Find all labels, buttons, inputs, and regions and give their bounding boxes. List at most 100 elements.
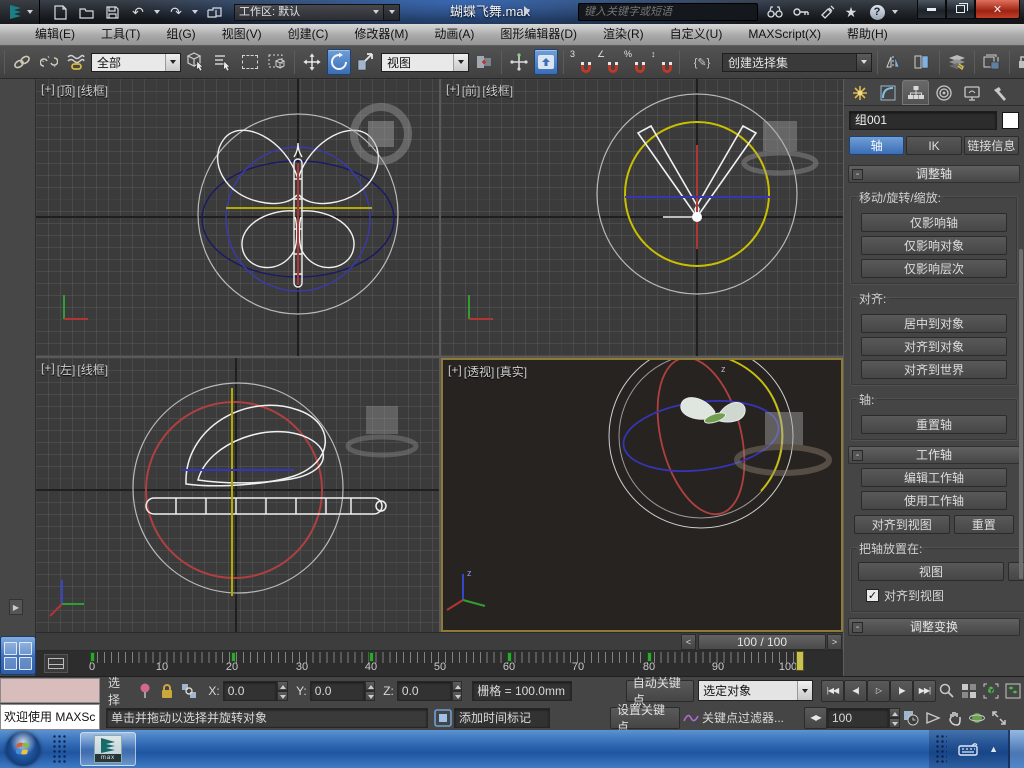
layer-manager-button[interactable]: [945, 49, 969, 75]
reset-pivot-button[interactable]: 重置轴: [861, 415, 1007, 434]
selection-filter-caret-icon[interactable]: [165, 53, 180, 71]
menu-item[interactable]: 创建(C): [275, 24, 342, 45]
restore-button[interactable]: [946, 0, 975, 19]
graph-editors-button[interactable]: [980, 49, 1004, 75]
open-file-button[interactable]: [76, 3, 96, 21]
go-to-end-button[interactable]: ▶▶|: [912, 679, 936, 702]
coordinate-system-dropdown[interactable]: 视图: [381, 52, 469, 72]
coordinate-system-caret-icon[interactable]: [453, 53, 468, 71]
selection-lock-toggle[interactable]: [156, 680, 178, 702]
x-spinner[interactable]: [277, 680, 289, 701]
redo-button[interactable]: ↷: [166, 3, 186, 21]
align-to-view-checkbox[interactable]: ✓: [866, 589, 879, 602]
time-configuration-button[interactable]: [900, 707, 922, 729]
current-frame-marker[interactable]: [796, 651, 804, 671]
help-caret-icon[interactable]: [892, 10, 898, 14]
pivot-affect-button[interactable]: 仅影响轴: [861, 213, 1007, 232]
y-coordinate-field[interactable]: 0.0: [309, 680, 365, 701]
menu-item[interactable]: 帮助(H): [834, 24, 901, 45]
selection-filter-dropdown[interactable]: 全部: [91, 52, 181, 72]
working-pivot-button[interactable]: 编辑工作轴: [861, 468, 1007, 487]
viewport-view-button[interactable]: [左]: [57, 361, 76, 378]
search-field[interactable]: [578, 3, 758, 21]
angle-snap-toggle[interactable]: ∠: [596, 49, 620, 75]
select-and-manipulate-button[interactable]: [507, 49, 531, 75]
align-to-view-button[interactable]: 对齐到视图: [854, 515, 950, 534]
auto-key-button[interactable]: 自动关键点: [625, 676, 695, 707]
mirror-button[interactable]: [883, 49, 907, 75]
toolbar-grip[interactable]: [4, 50, 5, 74]
workspace-menu-button[interactable]: [384, 3, 400, 21]
time-slider-track[interactable]: < 100 / 100 >: [36, 632, 843, 651]
go-to-start-button[interactable]: |◀◀: [820, 679, 844, 702]
z-coordinate-field[interactable]: 0.0: [396, 680, 452, 701]
spinner-snap-toggle[interactable]: ↕: [650, 49, 674, 75]
select-move-button[interactable]: [300, 49, 324, 75]
pan-button[interactable]: [944, 707, 966, 729]
viewport-menu-button[interactable]: [+]: [41, 361, 55, 378]
menu-item[interactable]: 图形编辑器(D): [487, 24, 590, 45]
object-name-field[interactable]: 组001: [849, 111, 997, 130]
rollout-adjust-transform-header[interactable]: - 调整变换: [848, 618, 1020, 636]
render-setup-button[interactable]: [1015, 49, 1024, 75]
close-button[interactable]: ✕: [975, 0, 1020, 19]
named-selection-set-caret-icon[interactable]: [856, 53, 871, 71]
place-view-button[interactable]: 视图: [858, 562, 1004, 581]
zoom-all-button[interactable]: [958, 680, 980, 702]
select-rotate-button[interactable]: [327, 49, 351, 75]
favorites-star-icon[interactable]: ★: [840, 2, 862, 22]
frame-spinner[interactable]: [889, 707, 900, 728]
viewport-top[interactable]: [+] [顶] [线框]: [36, 79, 439, 356]
new-file-button[interactable]: [50, 3, 70, 21]
rectangular-selection-button[interactable]: [238, 49, 262, 75]
project-folder-button[interactable]: [204, 3, 224, 21]
menu-item[interactable]: 编辑(E): [22, 24, 88, 45]
snap-toggle-3d-button[interactable]: 3: [569, 49, 593, 75]
key-mode-toggle[interactable]: ◀▶: [804, 706, 827, 729]
keyframe-marker[interactable]: [90, 652, 95, 662]
adaptive-degradation-toggle[interactable]: [432, 707, 454, 729]
undo-button[interactable]: ↶: [128, 3, 148, 21]
viewport-layout-button[interactable]: [0, 636, 36, 675]
mini-curve-editor-button[interactable]: [44, 654, 68, 673]
keyframe-marker[interactable]: [507, 652, 512, 662]
bind-to-spacewarp-button[interactable]: [64, 49, 88, 75]
start-button[interactable]: [6, 732, 40, 766]
select-object-button[interactable]: [184, 49, 208, 75]
viewport-left[interactable]: [+] [左] [线框]: [36, 358, 439, 632]
pivot-affect-button[interactable]: 仅影响层次: [861, 259, 1007, 278]
pivot-align-button[interactable]: 居中到对象: [861, 314, 1007, 333]
menu-item[interactable]: 视图(V): [209, 24, 275, 45]
viewport-view-button[interactable]: [前]: [462, 82, 481, 99]
select-by-name-button[interactable]: [211, 49, 235, 75]
align-button[interactable]: [910, 49, 934, 75]
pivot-affect-button[interactable]: 仅影响对象: [861, 236, 1007, 255]
pivot-align-button[interactable]: 对齐到对象: [861, 337, 1007, 356]
rollout-working-pivot-header[interactable]: - 工作轴: [848, 446, 1020, 464]
viewport-shading-button[interactable]: [线框]: [77, 361, 108, 378]
edit-named-selection-sets-button[interactable]: {✎}: [685, 49, 719, 75]
workspace-dropdown[interactable]: 工作区: 默认: [234, 3, 384, 21]
menu-item[interactable]: 动画(A): [421, 24, 487, 45]
reset-button[interactable]: 重置: [953, 515, 1014, 534]
menu-item[interactable]: 修改器(M): [341, 24, 421, 45]
keyframe-marker[interactable]: [647, 652, 652, 662]
viewport-menu-button[interactable]: [+]: [448, 363, 462, 380]
select-scale-button[interactable]: [354, 49, 378, 75]
tab-modify[interactable]: [874, 80, 901, 105]
tab-create[interactable]: [846, 80, 873, 105]
play-button[interactable]: ▷: [866, 679, 890, 702]
previous-frame-button[interactable]: ◀|: [843, 679, 867, 702]
dock-expand-button[interactable]: ▶: [9, 599, 23, 615]
set-key-button[interactable]: 设置关键点: [610, 703, 680, 734]
x-coordinate-field[interactable]: 0.0: [222, 680, 278, 701]
isolate-selection-toggle[interactable]: [134, 680, 156, 702]
next-frame-button[interactable]: |▶: [889, 679, 913, 702]
taskbar-3dsmax-button[interactable]: max: [80, 732, 136, 766]
viewport-shading-button[interactable]: [线框]: [77, 82, 108, 99]
viewport-perspective[interactable]: [+] [透视] [真实] z z: [441, 358, 843, 632]
zoom-button[interactable]: [936, 680, 958, 702]
unlink-selection-button[interactable]: [37, 49, 61, 75]
percent-snap-toggle[interactable]: %: [623, 49, 647, 75]
keyframe-marker[interactable]: [231, 652, 236, 662]
